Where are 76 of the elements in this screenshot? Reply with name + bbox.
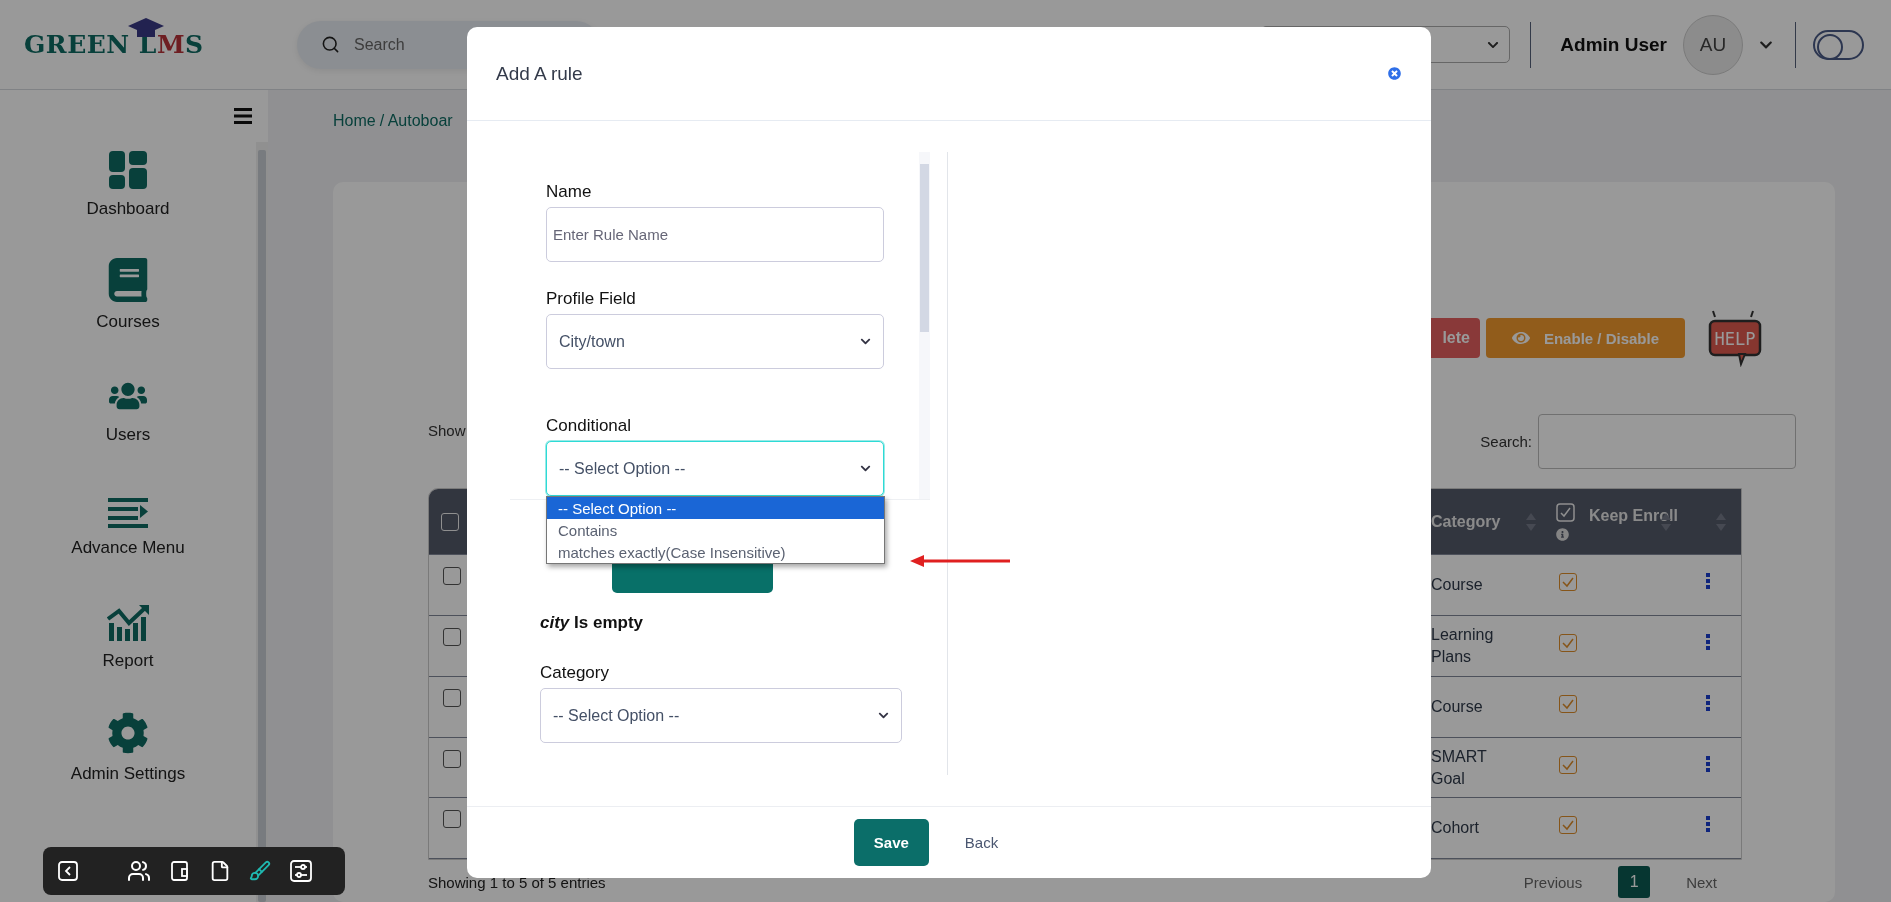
keep-enroll-checkbox[interactable]	[1559, 756, 1577, 774]
more-icon[interactable]	[1706, 816, 1711, 832]
dropdown-option[interactable]: matches exactly(Case Insensitive)	[547, 541, 884, 563]
sidebar-item[interactable]: Advance Menu	[71, 538, 185, 558]
page-button[interactable]: 1	[1618, 866, 1651, 898]
sidebar-item[interactable]: Report	[102, 651, 154, 671]
collapse-icon[interactable]	[57, 860, 79, 882]
book-icon	[106, 258, 150, 302]
dropdown-option[interactable]: -- Select Option --	[547, 497, 884, 519]
more-icon[interactable]	[1706, 695, 1711, 711]
scrollbar-thumb[interactable]	[258, 150, 266, 902]
more-icon[interactable]	[1706, 634, 1711, 650]
save-button[interactable]: Save	[853, 819, 929, 866]
table-cell-text: Course	[1431, 575, 1484, 596]
field-label: Name	[546, 182, 593, 202]
brush-icon[interactable]	[249, 860, 271, 882]
row-checkbox[interactable]	[443, 628, 461, 646]
select-field[interactable]: -- Select Option --	[546, 441, 884, 496]
input-field[interactable]: Enter Rule Name	[546, 207, 884, 262]
search-label: Search:	[1480, 433, 1532, 450]
row-checkbox[interactable]	[443, 750, 461, 768]
sidebar-item[interactable]: Admin Settings	[70, 764, 186, 784]
dashboard-icon	[109, 151, 147, 189]
field-label: Category	[540, 663, 610, 683]
row-checkbox[interactable]	[443, 689, 461, 707]
show-label: Show	[428, 422, 466, 439]
eye-icon	[1511, 329, 1530, 347]
column-header[interactable]: Category	[1431, 512, 1501, 531]
back-button[interactable]: Back	[948, 819, 1015, 866]
sidebar-item[interactable]: Users	[105, 425, 151, 445]
info-icon	[1556, 528, 1569, 541]
select-field[interactable]: -- Select Option --	[540, 688, 902, 743]
theme-toggle[interactable]	[1813, 29, 1864, 60]
previous-link[interactable]: Previous	[1523, 873, 1583, 891]
sidebar-item[interactable]: Dashboard	[86, 199, 170, 219]
table-cell-text: Course	[1431, 697, 1484, 718]
checkbox-icon	[1556, 503, 1575, 522]
row-checkbox[interactable]	[443, 567, 461, 585]
condition-text: city Is empty	[540, 613, 644, 633]
breadcrumb-link[interactable]: Home	[333, 112, 376, 130]
keep-enroll-checkbox[interactable]	[1559, 816, 1577, 834]
next-link[interactable]: Next	[1686, 873, 1717, 891]
user-name: Admin User	[1560, 33, 1667, 56]
table-cell-text: Cohort	[1431, 818, 1481, 839]
notebook-icon[interactable]	[169, 860, 191, 882]
scrollbar-thumb[interactable]	[920, 164, 929, 332]
more-icon[interactable]	[1706, 756, 1711, 772]
search-icon	[321, 35, 340, 54]
keep-enroll-checkbox[interactable]	[1559, 695, 1577, 713]
more-icon[interactable]	[1706, 573, 1711, 589]
select-field[interactable]: City/town	[546, 314, 884, 369]
row-checkbox[interactable]	[443, 810, 461, 828]
keep-enroll-checkbox[interactable]	[1559, 634, 1577, 652]
user-avatar[interactable]: AU	[1683, 14, 1743, 75]
search-field[interactable]	[1538, 414, 1796, 469]
keep-enroll-checkbox[interactable]	[1559, 573, 1577, 591]
growth-chart-icon	[107, 605, 149, 641]
chevron-down-icon	[860, 463, 871, 474]
sliders-icon[interactable]	[289, 859, 313, 883]
table-cell-text: Learning Plans	[1431, 625, 1495, 667]
chevron-down-icon	[860, 336, 871, 347]
close-icon[interactable]	[1388, 67, 1401, 80]
menu-list-icon	[108, 498, 148, 528]
sidebar-item[interactable]: Courses	[96, 312, 160, 332]
table-cell-text: SMART Goal	[1431, 746, 1488, 789]
chevron-down-icon	[878, 710, 889, 721]
table-info: Showing 1 to 5 of 5 entries	[428, 873, 606, 891]
breadcrumb-item[interactable]: / Autoboar	[379, 112, 453, 130]
field-label: Profile Field	[546, 289, 637, 309]
select-all-checkbox[interactable]	[441, 512, 459, 531]
menu-icon[interactable]	[234, 108, 252, 124]
dropdown-option[interactable]: Contains	[547, 519, 884, 541]
file-icon[interactable]	[209, 860, 231, 882]
settings-icon	[107, 712, 149, 754]
users-icon[interactable]	[127, 859, 151, 883]
field-label: Conditional	[546, 416, 633, 436]
